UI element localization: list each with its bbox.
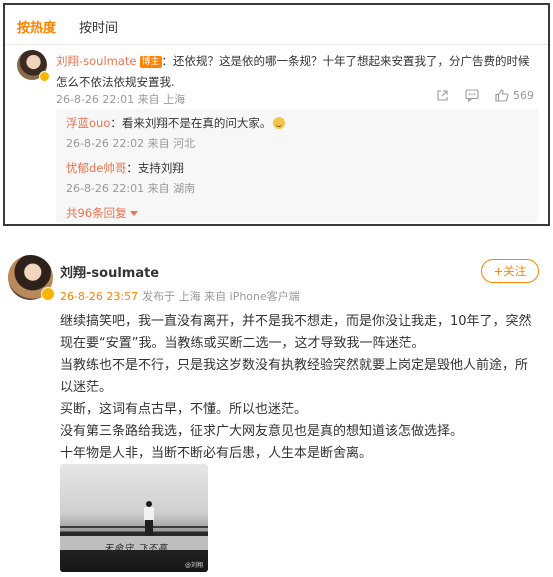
- author-tag-badge: 博主: [139, 56, 162, 68]
- comment-avatar[interactable]: [17, 50, 50, 82]
- reply-list: 浮蓝ouo：看来刘翔不是在真的问大家。 26-8-26 22:02 来自 河北 …: [56, 109, 538, 222]
- like-button[interactable]: 569: [495, 89, 534, 102]
- reply-item: 忧郁de帅哥：支持刘翔 26-8-26 22:01 来自 湖南: [66, 160, 195, 196]
- post-paragraph: 买断，这词有点古早，不懂。所以也迷茫。: [60, 402, 308, 417]
- comment-content: 刘翔-soulmate 博主 ：还依规？这是依的哪一条规？十年了想起来安置我了，分广…: [56, 51, 540, 93]
- post-time-link[interactable]: 26-8-26 23:57: [60, 290, 138, 303]
- reply-author-link[interactable]: 浮蓝ouo: [66, 116, 110, 130]
- image-caption: 天命守 飞不高: [104, 544, 168, 554]
- reply-author-link[interactable]: 忧郁de帅哥: [66, 161, 126, 175]
- like-count: 569: [513, 89, 534, 102]
- post-paragraph: 没有第三条路给我选，征求广大网友意见也是真的想知道该怎做选择。: [60, 424, 464, 439]
- sort-tabs: 按热度 按时间: [17, 19, 118, 39]
- reply-meta: 26-8-26 22:02 来自 河北: [66, 137, 196, 150]
- verified-badge-icon: [39, 71, 50, 82]
- post-paragraph: 继续搞笑吧，我一直没有离开，并不是我不想走，而是你没让我走，10年了，突然现在要…: [60, 314, 532, 351]
- post-author-name[interactable]: 刘翔-soulmate: [60, 262, 159, 281]
- more-replies-link[interactable]: 共96条回复: [66, 205, 138, 221]
- divider: [5, 44, 548, 45]
- comment-icon: [465, 89, 479, 102]
- post-meta: 26-8-26 23:57 发布于 上海 来自 iPhone客户端: [60, 288, 300, 304]
- post-avatar[interactable]: [8, 255, 55, 301]
- verified-badge-icon: [41, 287, 55, 301]
- reply-item: 浮蓝ouo：看来刘翔不是在真的问大家。 26-8-26 22:02 来自 河北: [66, 115, 286, 151]
- image-watermark: @刘翔: [184, 562, 203, 569]
- post-paragraph: 当教练也不是不行，只是我这岁数没有执教经验突然就要上岗定是毁他人前途，所以迷茫。: [60, 358, 529, 395]
- post-image[interactable]: 天命守 飞不高 @刘翔: [60, 464, 208, 572]
- reply-text: ：看来刘翔不是在真的问大家。: [110, 116, 272, 130]
- tab-sort-time[interactable]: 按时间: [79, 19, 118, 39]
- comment-author-link[interactable]: 刘翔-soulmate: [56, 54, 137, 68]
- comment-button[interactable]: [465, 89, 479, 102]
- follow-button[interactable]: +关注: [481, 259, 539, 283]
- comment-panel: 按热度 按时间 刘翔-soulmate 博主 ：还依规？这是依的哪一条规？十年了想起…: [3, 3, 550, 226]
- comment-actions: 569: [420, 89, 534, 102]
- post-paragraph: 十年物是人非，当断不断必有后患，人生本是断舍离。: [60, 446, 373, 461]
- emoji-icon: [273, 117, 286, 129]
- reply-text: ：支持刘翔: [126, 161, 184, 175]
- share-button[interactable]: [436, 89, 449, 102]
- like-icon: [495, 89, 509, 102]
- chevron-down-icon: [129, 211, 138, 216]
- reply-meta: 26-8-26 22:01 来自 湖南: [66, 182, 196, 195]
- tab-sort-hot[interactable]: 按热度: [17, 19, 56, 39]
- share-icon: [437, 90, 448, 101]
- post-body: 继续搞笑吧，我一直没有离开，并不是我不想走，而是你没让我走，10年了，突然现在要…: [60, 311, 538, 465]
- post-source: 发布于 上海 来自 iPhone客户端: [142, 290, 300, 303]
- more-replies-label: 共96条回复: [66, 206, 127, 220]
- comment-meta: 26-8-26 22:01 来自 上海: [56, 93, 186, 106]
- image-horizon: [60, 526, 208, 528]
